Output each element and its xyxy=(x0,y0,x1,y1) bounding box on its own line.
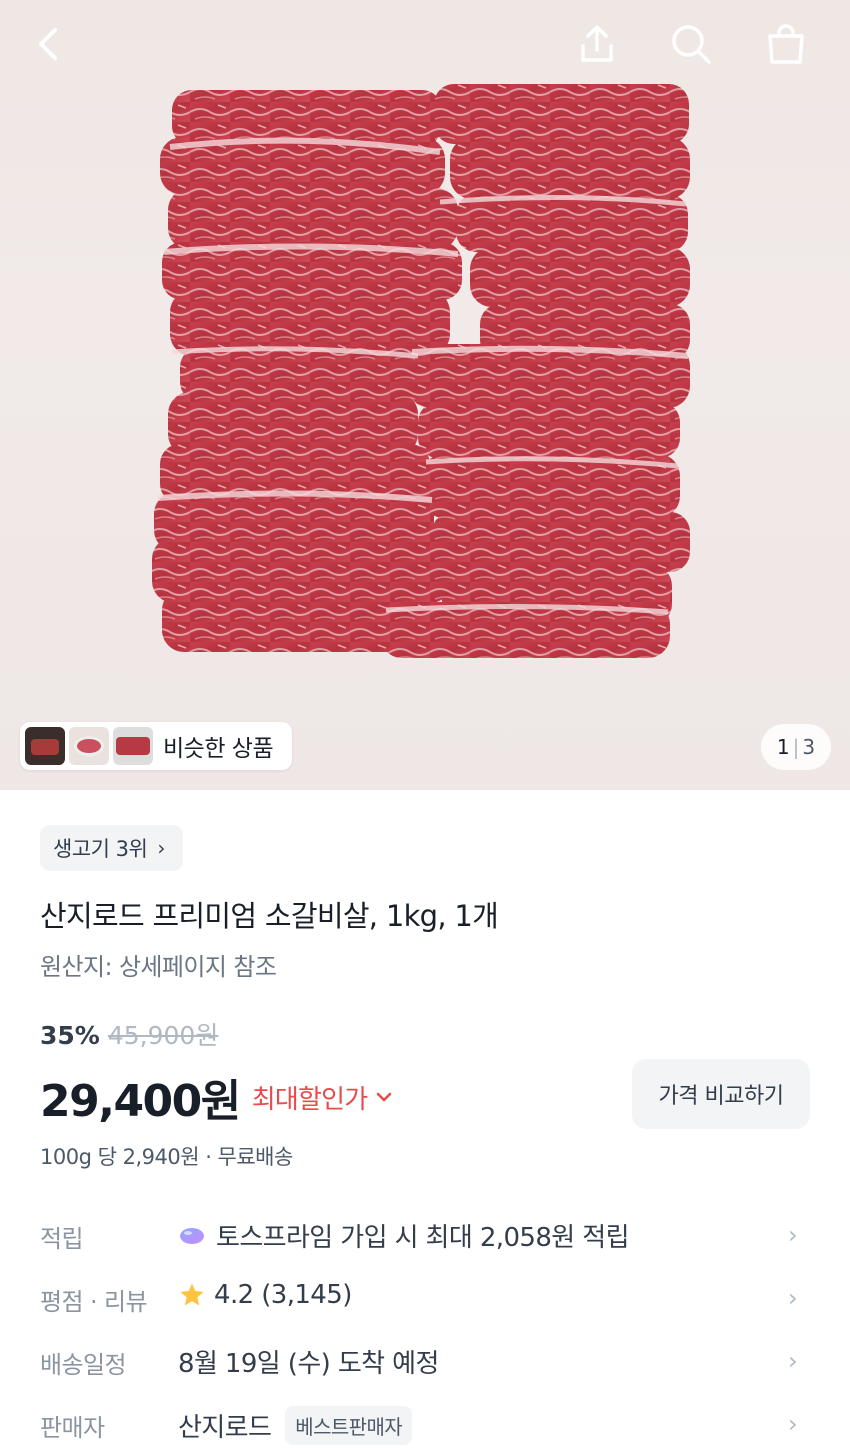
points-row[interactable]: 적립 토스프라임 가입 시 최대 2,058원 적립 › xyxy=(0,1205,850,1268)
chevron-left-icon xyxy=(39,28,57,60)
seller-row[interactable]: 판매자 산지로드 베스트판매자 › xyxy=(0,1394,850,1454)
similar-thumbnail xyxy=(25,727,65,765)
similar-products-label: 비슷한 상품 xyxy=(163,736,274,762)
original-price: 45,900원 xyxy=(107,1021,219,1050)
similar-products-button[interactable]: 비슷한 상품 xyxy=(20,722,292,770)
search-icon xyxy=(672,25,711,64)
chevron-right-icon: › xyxy=(788,1410,798,1438)
product-photo xyxy=(150,82,695,672)
chevron-right-icon: › xyxy=(788,1284,798,1312)
points-value: 토스프라임 가입 시 최대 2,058원 적립 xyxy=(216,1223,630,1253)
back-button[interactable] xyxy=(26,20,74,68)
product-title: 산지로드 프리미엄 소갈비살, 1kg, 1개 xyxy=(40,899,499,933)
seller-value-wrap: 산지로드 베스트판매자 xyxy=(178,1406,413,1445)
rating-row[interactable]: 평점 · 리뷰 4.2 (3,145) › xyxy=(0,1268,850,1331)
beef-ribs-image xyxy=(152,84,690,658)
discount-row: 35% 45,900원 xyxy=(40,1016,218,1052)
rating-label: 평점 · 리뷰 xyxy=(40,1288,148,1316)
price-row: 29,400원 최대할인가 xyxy=(40,1065,393,1129)
pager-separator: | xyxy=(792,735,800,759)
discount-rate: 35% xyxy=(40,1021,100,1050)
chevron-right-icon: › xyxy=(788,1221,798,1249)
seller-name: 산지로드 xyxy=(178,1413,272,1443)
points-label: 적립 xyxy=(40,1225,84,1253)
rating-value-wrap: 4.2 (3,145) xyxy=(178,1280,352,1310)
max-discount-toggle[interactable]: 최대할인가 xyxy=(252,1079,368,1116)
product-detail-rows: 적립 토스프라임 가입 시 최대 2,058원 적립 › 평점 · 리뷰 4.2… xyxy=(0,1205,850,1454)
best-seller-badge: 베스트판매자 xyxy=(285,1406,413,1445)
product-origin: 원산지: 상세페이지 참조 xyxy=(40,953,277,981)
product-image-gallery[interactable]: 비슷한 상품 1 | 3 xyxy=(0,0,850,790)
rank-label: 생고기 3위 xyxy=(53,837,148,861)
image-pager: 1 | 3 xyxy=(761,724,831,770)
sale-price: 29,400원 xyxy=(40,1076,241,1127)
similar-thumbnail xyxy=(69,727,109,765)
chevron-right-icon: › xyxy=(157,836,165,860)
similar-thumbnail xyxy=(113,727,153,765)
pager-total: 3 xyxy=(802,735,816,759)
unit-price-shipping: 100g 당 2,940원 · 무료배송 xyxy=(40,1145,293,1169)
compare-price-button[interactable]: 가격 비교하기 xyxy=(632,1059,810,1129)
delivery-value: 8월 19일 (수) 도착 예정 xyxy=(178,1349,439,1379)
cart-button[interactable] xyxy=(762,20,810,68)
share-button[interactable] xyxy=(573,20,621,68)
delivery-row[interactable]: 배송일정 8월 19일 (수) 도착 예정 › xyxy=(0,1331,850,1394)
category-rank-badge[interactable]: 생고기 3위 › xyxy=(40,825,183,871)
chevron-right-icon: › xyxy=(788,1347,798,1375)
seller-label: 판매자 xyxy=(40,1414,105,1442)
toss-prime-icon xyxy=(180,1227,204,1244)
search-button[interactable] xyxy=(667,20,715,68)
share-icon xyxy=(581,25,613,62)
top-navigation-bar xyxy=(0,0,850,90)
star-icon xyxy=(180,1283,204,1306)
chevron-down-icon[interactable] xyxy=(375,1091,393,1103)
pager-current: 1 xyxy=(776,735,790,759)
points-value-wrap: 토스프라임 가입 시 최대 2,058원 적립 xyxy=(178,1217,630,1254)
rating-value: 4.2 (3,145) xyxy=(214,1280,352,1310)
delivery-label: 배송일정 xyxy=(40,1351,127,1379)
shopping-bag-icon xyxy=(768,24,804,64)
